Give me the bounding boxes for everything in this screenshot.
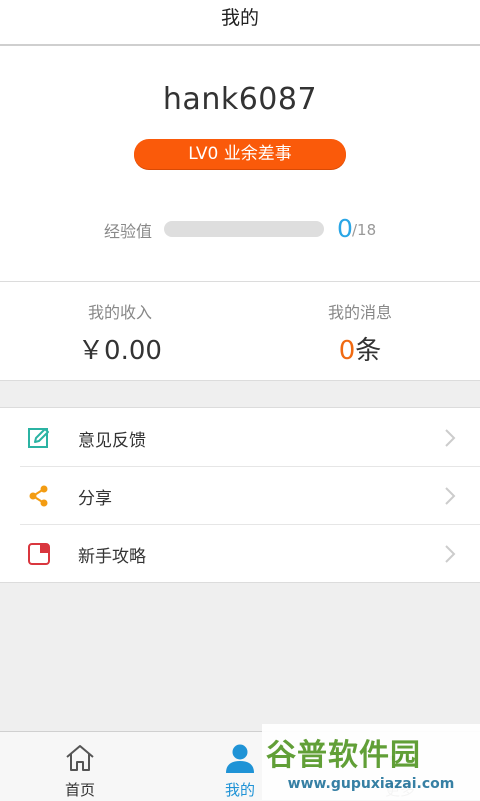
share-icon: [29, 485, 48, 507]
watermark: 谷普软件园 www.gupuxiazai.com: [262, 724, 480, 800]
menu-item-share[interactable]: 分享: [0, 466, 480, 524]
menu-item-guide[interactable]: 新手攻略: [0, 524, 480, 582]
chevron-right-icon: [445, 487, 456, 505]
menu-item-feedback[interactable]: 意见反馈: [0, 408, 480, 466]
username: hank6087: [162, 82, 318, 117]
user-icon: [226, 744, 254, 773]
menu-item-label: 意见反馈: [78, 431, 146, 451]
guide-icon: [28, 543, 50, 565]
tab-home[interactable]: 首页: [0, 732, 160, 801]
tab-label: 首页: [64, 781, 95, 799]
watermark-logo: 谷普软件园: [266, 738, 421, 773]
income-stat[interactable]: 我的收入 ￥0.00: [0, 282, 240, 380]
chevron-right-icon: [445, 545, 456, 563]
edit-icon: [28, 428, 49, 448]
experience-label: 经验值: [104, 222, 153, 241]
chevron-right-icon: [445, 429, 456, 447]
messages-unit: 条: [355, 336, 382, 366]
experience-current: 0: [337, 214, 353, 243]
income-value: ￥0.00: [78, 336, 162, 366]
level-badge: LV0 业余差事: [134, 139, 346, 169]
messages-count: 0: [338, 336, 356, 366]
experience-total: /18: [352, 221, 377, 239]
stats-section: 我的收入 ￥0.00 我的消息 0条: [0, 282, 480, 381]
home-icon: [66, 745, 94, 771]
messages-label: 我的消息: [327, 303, 392, 322]
income-label: 我的收入: [87, 303, 152, 322]
profile-section: hank6087 LV0 业余差事 经验值 0 /18: [0, 46, 480, 282]
page-title: 我的: [0, 0, 480, 46]
watermark-url: www.gupuxiazai.com: [287, 776, 455, 792]
menu-item-label: 分享: [78, 489, 112, 509]
menu-list: 意见反馈 分享 新手攻略: [0, 407, 480, 583]
menu-item-label: 新手攻略: [78, 547, 146, 567]
messages-value: 0条: [240, 330, 480, 367]
experience-progress-bar: [164, 221, 324, 237]
messages-stat[interactable]: 我的消息 0条: [240, 282, 480, 380]
